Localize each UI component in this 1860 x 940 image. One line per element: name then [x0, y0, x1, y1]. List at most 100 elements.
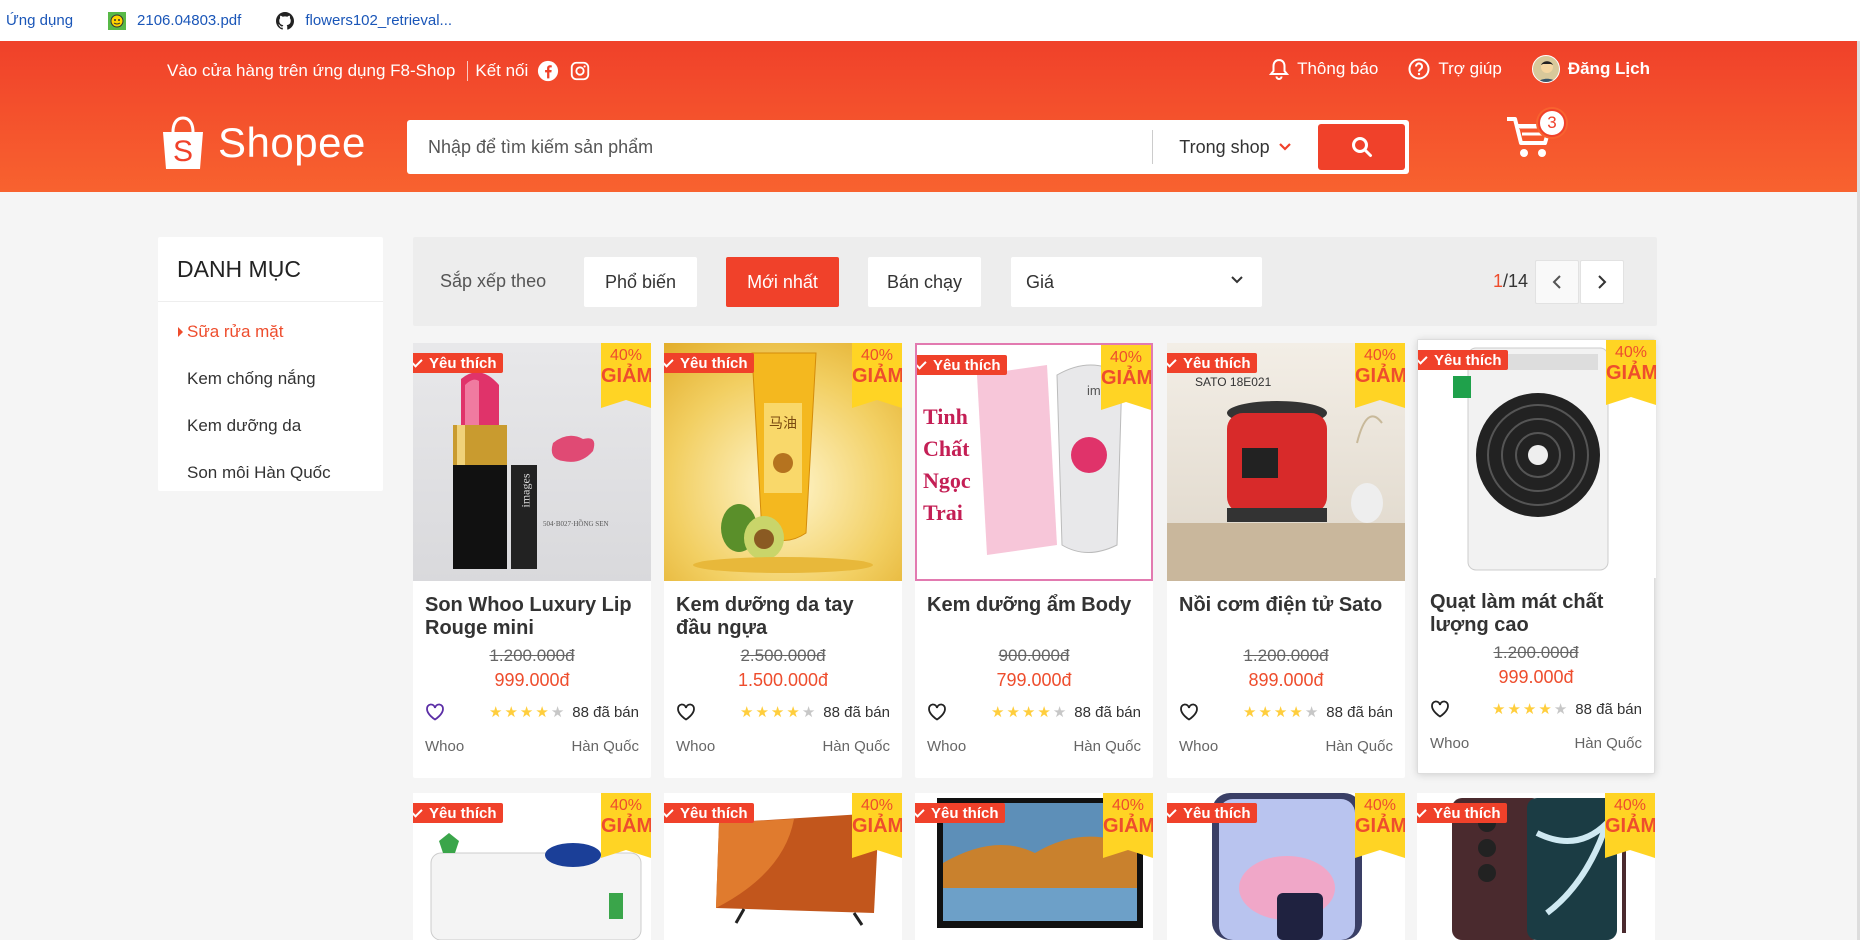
sort-bestselling-button[interactable]: Bán chạy — [868, 257, 981, 307]
notifications-link[interactable]: Thông báo — [1269, 58, 1378, 80]
product-card[interactable]: Yêu thích 40% GIẢM — [413, 793, 651, 940]
sale-badge: 40% GIẢM — [852, 793, 902, 858]
star-icon: ★ — [755, 704, 769, 721]
heart-icon[interactable] — [676, 703, 696, 721]
product-card[interactable]: Yêu thích 40% GIẢM — [1417, 793, 1655, 940]
star-icon: ★ — [801, 704, 816, 721]
category-item-son-moi[interactable]: Son môi Hàn Quốc — [158, 449, 383, 496]
product-card[interactable]: Yêu thích 40% GIẢM Quạt làm mát chất lượn… — [1417, 339, 1656, 774]
product-card[interactable]: Yêu thích 40% GIẢM — [1167, 793, 1405, 940]
heart-icon[interactable] — [927, 703, 947, 721]
user-menu[interactable]: Đăng Lịch — [1531, 55, 1650, 83]
favorite-badge: Yêu thích — [1418, 350, 1508, 370]
page-indicator: 1/14 — [1493, 271, 1528, 292]
product-new-price: 899.000đ — [1248, 670, 1324, 690]
pdf-favicon-icon — [107, 11, 127, 31]
sold-count: 88 đã bán — [572, 703, 639, 721]
sale-badge: 40% GIẢM — [1606, 340, 1656, 405]
price-sort-select[interactable]: Giá — [1011, 257, 1262, 307]
search-scope-select[interactable]: Trong shop — [1153, 137, 1318, 158]
product-new-price: 799.000đ — [996, 670, 1072, 690]
product-image: Yêu thích 40% GIẢM — [1418, 340, 1656, 578]
product-image: 马油 Yêu thích 40% GIẢM — [664, 343, 902, 581]
sale-badge: 40% GIẢM — [1355, 793, 1405, 858]
sort-label: Sắp xếp theo — [440, 271, 547, 291]
product-card[interactable]: images Tinh Chất Ngọc Trai Yêu thích 40%… — [915, 343, 1153, 778]
app-download-link[interactable]: Vào cửa hàng trên ứng dụng F8-Shop — [167, 61, 455, 81]
cart-button[interactable]: 3 — [1505, 109, 1566, 165]
product-new-price: 999.000đ — [494, 670, 570, 690]
star-icon: ★ — [1243, 704, 1257, 721]
sort-filter-bar: Sắp xếp theo Phổ biến Mới nhất Bán chạy … — [413, 237, 1657, 326]
heart-icon[interactable] — [1179, 703, 1199, 721]
product-image-label: SATO 18E021 — [1195, 375, 1272, 389]
bookmark-label: 2106.04803.pdf — [137, 12, 242, 29]
product-card[interactable]: 马油 Yêu thích 40% GIẢM Kem dưỡng da tay đầ… — [664, 343, 902, 778]
sale-label: GIẢM — [1605, 815, 1655, 837]
search-bar: Trong shop — [407, 120, 1409, 174]
product-image: Yêu thích 40% GIẢM — [664, 793, 902, 940]
rating-stars: ★ ★ ★ ★ ★ — [1241, 703, 1318, 721]
product-new-price: 1.500.000đ — [737, 670, 829, 690]
heart-icon[interactable] — [425, 703, 445, 721]
bookmark-apps[interactable]: Ứng dụng — [6, 12, 73, 29]
heart-icon[interactable] — [1430, 700, 1450, 718]
search-scope-label: Trong shop — [1179, 136, 1270, 157]
sale-percent: 40% — [1614, 344, 1648, 361]
sale-label: GIẢM — [1355, 815, 1405, 837]
product-origin: Hàn Quốc — [822, 738, 890, 755]
sort-popular-button[interactable]: Phổ biến — [584, 257, 697, 307]
product-name: Quạt làm mát chất lượng cao — [1430, 591, 1604, 636]
product-image: Yêu thích 40% GIẢM — [413, 793, 651, 940]
search-input[interactable] — [407, 130, 1153, 164]
star-icon: ★ — [1538, 701, 1552, 718]
product-card[interactable]: SATO 18E021 Yêu thích 40% GIẢM Nồi cơm đi… — [1167, 343, 1405, 778]
help-link[interactable]: Trợ giúp — [1408, 58, 1502, 80]
bookmark-github[interactable]: flowers102_retrieval... — [275, 11, 452, 31]
cart-count-badge: 3 — [1538, 109, 1566, 137]
product-image-text: Tinh Chất Ngọc Trai — [923, 404, 971, 525]
product-old-price: 1.200.000đ — [489, 646, 575, 665]
favorite-badge: Yêu thích — [1167, 353, 1257, 373]
product-brand: Whoo — [1430, 735, 1470, 752]
page-current: 1 — [1493, 271, 1504, 291]
logo-text: Shopee — [218, 119, 366, 166]
product-name: Kem dưỡng ẩm Body — [927, 594, 1132, 616]
bookmark-pdf[interactable]: 2106.04803.pdf — [107, 11, 241, 31]
chevron-down-icon — [1278, 143, 1291, 151]
product-brand: Whoo — [1179, 738, 1219, 755]
instagram-icon[interactable] — [568, 59, 592, 83]
sale-percent: 40% — [609, 347, 643, 364]
category-item-kem-duong-da[interactable]: Kem dưỡng da — [158, 402, 383, 449]
sale-label: GIẢM — [1606, 362, 1656, 384]
category-heading: DANH MỤC — [158, 237, 383, 302]
category-panel: DANH MỤC Sữa rửa mặt Kem chống nắng Kem … — [158, 237, 383, 491]
facebook-icon[interactable] — [536, 59, 560, 83]
star-icon: ★ — [504, 704, 518, 721]
product-card[interactable]: Yêu thích 40% GIẢM — [915, 793, 1153, 940]
bookmarks-bar: Ứng dụng 2106.04803.pdf flowers102_retri… — [0, 0, 1860, 41]
sort-newest-button[interactable]: Mới nhất — [726, 257, 839, 307]
search-button[interactable] — [1318, 124, 1405, 170]
nav-separator — [467, 61, 469, 81]
connect-label: Kết nối — [475, 61, 529, 80]
sale-badge: 40% GIẢM — [1103, 793, 1153, 858]
star-icon: ★ — [1492, 701, 1506, 718]
chevron-right-icon — [1598, 275, 1607, 289]
shopee-logo[interactable]: S Shopee — [158, 115, 366, 171]
bell-icon — [1269, 58, 1290, 80]
category-item-sua-rua-mat[interactable]: Sữa rửa mặt — [158, 308, 383, 355]
next-page-button[interactable] — [1580, 260, 1624, 304]
sale-label: GIẢM — [1101, 367, 1153, 389]
sale-badge: 40% GIẢM — [601, 793, 651, 858]
prev-page-button[interactable] — [1535, 260, 1579, 304]
sold-count: 88 đã bán — [823, 703, 890, 721]
product-old-price: 1.200.000đ — [1493, 643, 1579, 662]
star-icon: ★ — [770, 704, 785, 721]
product-image: Yêu thích 40% GIẢM — [915, 793, 1153, 940]
product-card[interactable]: 504·B027·HỒNG SEN images Yêu thích 40% GI… — [413, 343, 651, 778]
sale-label: GIẢM — [852, 815, 902, 837]
category-item-kem-chong-nang[interactable]: Kem chống nắng — [158, 355, 383, 402]
product-card[interactable]: Yêu thích 40% GIẢM — [664, 793, 902, 940]
favorite-badge: Yêu thích — [915, 803, 1005, 823]
